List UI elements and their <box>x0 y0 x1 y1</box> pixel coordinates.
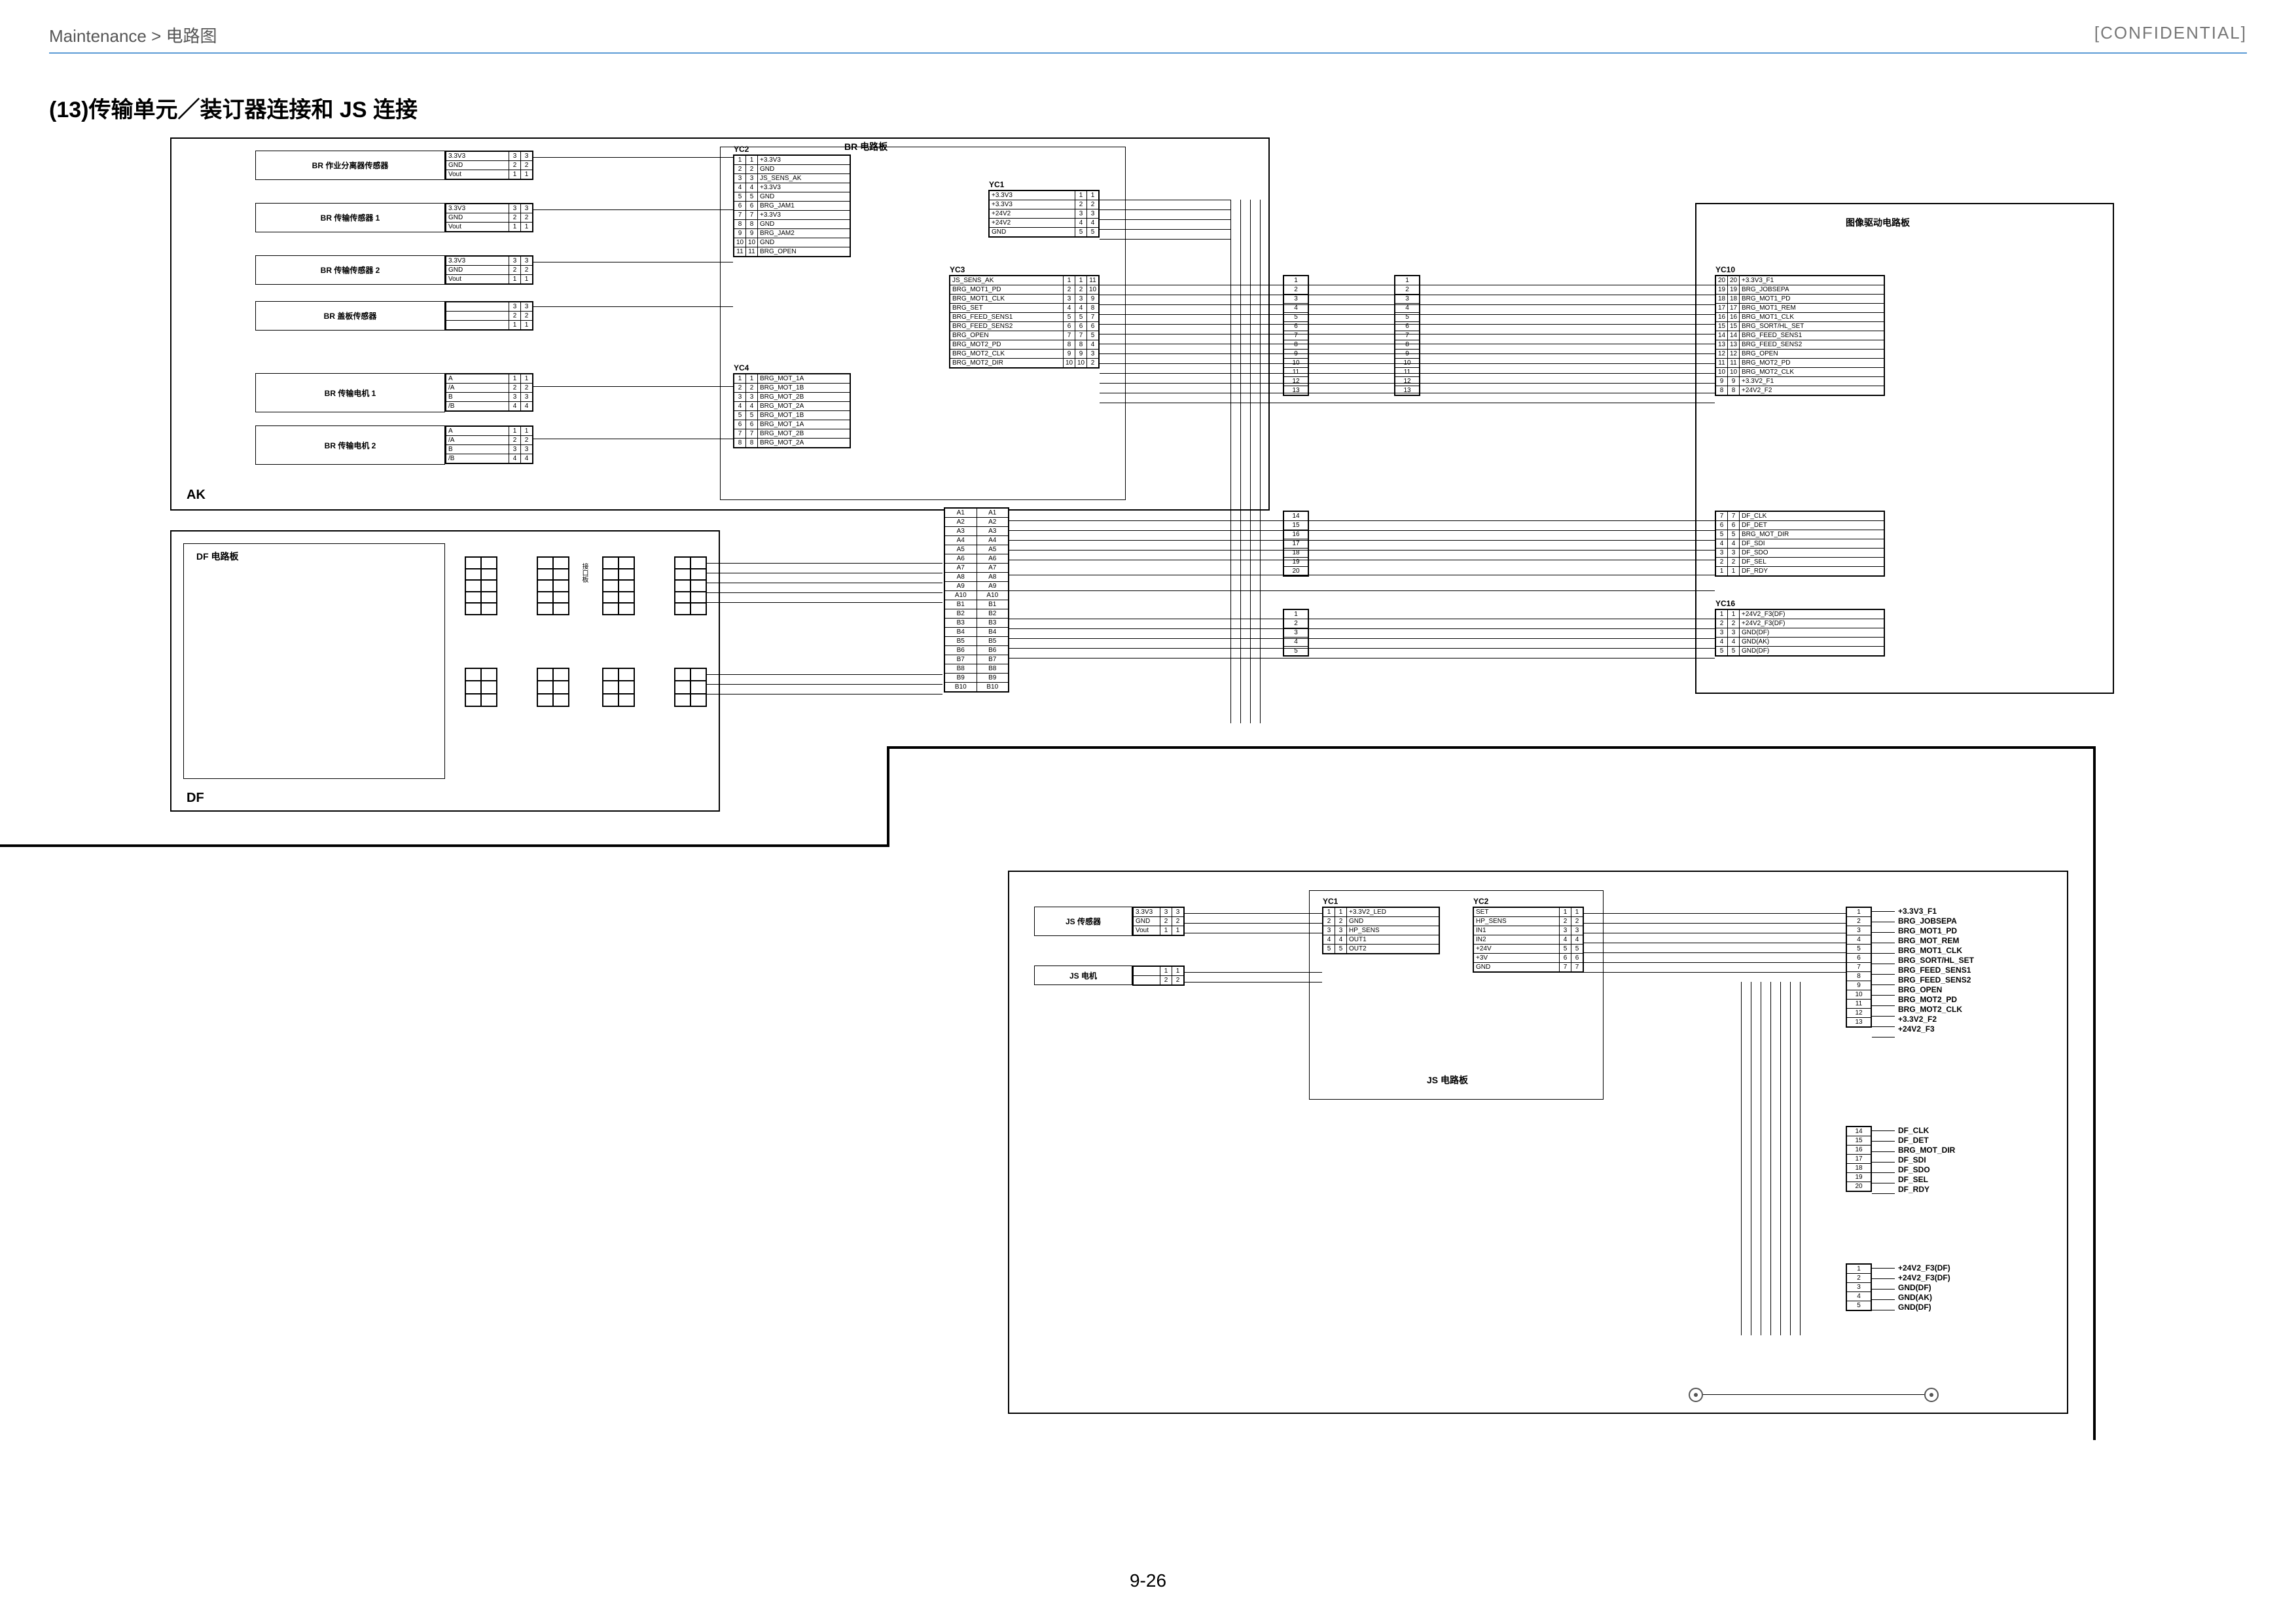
js-yc1-label: YC1 <box>1323 897 1338 906</box>
yc10-left: 12345678910111213 <box>1394 275 1420 396</box>
yc4-connector: YC4 11BRG_MOT_1A22BRG_MOT_1B33BRG_MOT_2B… <box>733 373 851 448</box>
ak-label: AK <box>187 488 206 503</box>
js-yc2-connector: YC2 SET11HP_SENS22IN133IN244+24V55+3V66G… <box>1473 907 1584 973</box>
ak-comp-3: BR 盖板传感器 <box>255 301 445 331</box>
yc16-connector: YC16 11+24V2_F3(DF)22+24V2_F3(DF)33GND(D… <box>1715 609 1885 657</box>
page-number: 9-26 <box>1130 1570 1166 1591</box>
ak-comp-pins-0: 3.3V333GND22Vout11 <box>445 151 533 180</box>
page-title: (13)传输单元／装订器连接和 JS 连接 <box>49 92 418 124</box>
js-signals-b: DF_CLKDF_DETBRG_MOT_DIRDF_SDIDF_SDODF_SE… <box>1898 1126 1955 1195</box>
yc1-connector: YC1 +3.3V311+3.3V322+24V233+24V244GND55 <box>988 190 1100 238</box>
ak-comp-1: BR 传输传感器 1 <box>255 203 445 232</box>
df-pin-grid-3 <box>602 556 635 615</box>
ak-comp-2: BR 传输传感器 2 <box>255 255 445 285</box>
mid-bus-left3: 12345 <box>1283 609 1309 657</box>
df-board-box <box>183 543 445 779</box>
df-board-label: DF 电路板 <box>196 550 239 563</box>
js-right-conn-b: 14151617181920 <box>1846 1126 1872 1192</box>
df-pin-grid-1 <box>465 556 497 615</box>
yc3-connector: YC3 JS_SENS_AK1111BRG_MOT1_PD2210BRG_MOT… <box>949 275 1100 369</box>
yc16-label: YC16 <box>1715 599 1735 608</box>
ak-comp-pins-3: 332211 <box>445 301 533 331</box>
df-label: DF <box>187 791 204 806</box>
header: Maintenance > 电路图 [CONFIDENTIAL] <box>49 23 2247 54</box>
yc10-right: YC10 2020+3.3V3_F11919BRG_JOBSEPA1818BRG… <box>1715 275 1885 396</box>
yc4-label: YC4 <box>734 363 749 372</box>
js-right-conn-c: 12345 <box>1846 1263 1872 1311</box>
breadcrumb: Maintenance > 电路图 <box>49 23 217 47</box>
yc2-label: YC2 <box>734 145 749 154</box>
ak-comp-4: BR 传输电机 1 <box>255 373 445 412</box>
yc10-right2: 77DF_CLK66DF_DET55BRG_MOT_DIR44DF_SDI33D… <box>1715 511 1885 577</box>
ak-comp-pins-5: A11/A22B33/B44 <box>445 425 533 464</box>
ak-comp-pins-2: 3.3V333GND22Vout11 <box>445 255 533 285</box>
df-pin-grid-8 <box>674 668 707 707</box>
ak-comp-pins-4: A11/A22B33/B44 <box>445 373 533 412</box>
js-right-conn-a: 12345678910111213 <box>1846 907 1872 1028</box>
image-drive-title: 图像驱动电路板 <box>1846 216 1910 229</box>
pad-2 <box>1924 1388 1939 1402</box>
pad-1 <box>1689 1388 1703 1402</box>
ak-comp-pins-1: 3.3V333GND22Vout11 <box>445 203 533 232</box>
br-board-label: BR 电路板 <box>844 140 888 153</box>
js-comp-pins-1: 1122 <box>1132 965 1185 986</box>
yc3-low-pairs: A1A1A2A2A3A3A4A4A5A5A6A6A7A7A8A8A9A9A10A… <box>944 507 1009 693</box>
schematic-diagram: AK BR 电路板 BR 作业分离器传感器3.3V333GND22Vout11B… <box>170 137 2134 1512</box>
page-divider-v <box>887 746 889 847</box>
df-pin-grid-6 <box>537 668 569 707</box>
df-pin-grid-2 <box>537 556 569 615</box>
js-signals-c: +24V2_F3(DF)+24V2_F3(DF)GND(DF)GND(AK)GN… <box>1898 1263 1950 1312</box>
yc1-label: YC1 <box>989 180 1004 189</box>
yc3-label: YC3 <box>950 265 965 274</box>
ak-comp-5: BR 传输电机 2 <box>255 425 445 465</box>
js-comp-pins-0: 3.3V333GND22Vout11 <box>1132 907 1185 936</box>
df-pin-grid-4 <box>674 556 707 615</box>
df-pin-grid-5 <box>465 668 497 707</box>
df-pin-grid-7 <box>602 668 635 707</box>
yc2-connector: YC2 11+3.3V322GND33JS_SENS_AK44+3.3V355G… <box>733 154 851 257</box>
page-divider <box>0 844 887 847</box>
df-hub-label: 接口板 <box>579 563 589 583</box>
mid-bus-left: 12345678910111213 <box>1283 275 1309 396</box>
js-signals-a: +3.3V3_F1BRG_JOBSEPABRG_MOT1_PDBRG_MOT_R… <box>1898 907 1974 1034</box>
js-yc2-label: YC2 <box>1473 897 1488 906</box>
js-comp-1: JS 电机 <box>1034 965 1132 985</box>
yc10-label: YC10 <box>1715 265 1735 274</box>
js-yc1-connector: YC1 11+3.3V2_LED22GND33HP_SENS44OUT155OU… <box>1322 907 1440 954</box>
js-comp-0: JS 传感器 <box>1034 907 1132 936</box>
js-board-label: JS 电路板 <box>1427 1074 1468 1087</box>
confidential-label: [CONFIDENTIAL] <box>2094 23 2247 47</box>
ak-comp-0: BR 作业分离器传感器 <box>255 151 445 180</box>
